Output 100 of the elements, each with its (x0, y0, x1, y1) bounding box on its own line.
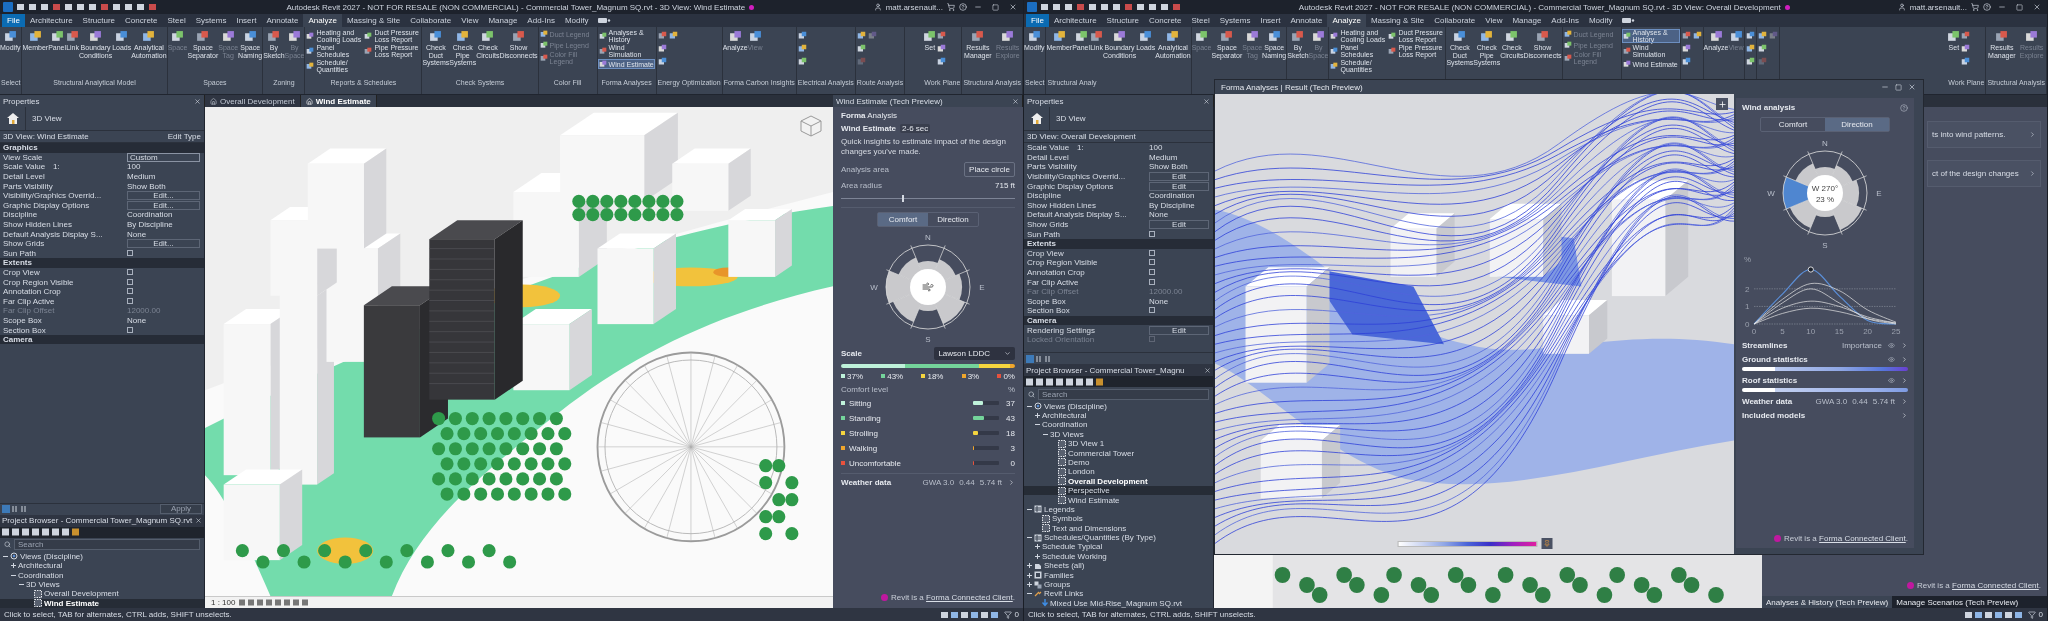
cart-icon[interactable] (1971, 3, 1979, 11)
forma-link[interactable]: Forma Connected Client (926, 593, 1013, 602)
ribbon-icon-button[interactable] (1680, 42, 1692, 54)
tree-item[interactable]: Coordination (1024, 420, 1213, 430)
ribbon-tab[interactable]: Systems (190, 14, 232, 27)
ribbon-tab[interactable]: Architecture (24, 14, 78, 27)
chevron-right-icon[interactable] (1901, 377, 1908, 384)
tree-item[interactable]: Schedule Typical (1024, 542, 1213, 552)
section-header[interactable]: Camera (1024, 315, 1213, 326)
tree-item[interactable]: London (1024, 467, 1213, 477)
eye-icon[interactable] (1888, 356, 1895, 363)
expand-toggle[interactable] (1035, 544, 1040, 550)
expand-toggle[interactable] (3, 553, 8, 559)
value-field[interactable]: Custom (127, 152, 200, 162)
tab[interactable]: Direction (1825, 118, 1889, 131)
expand-toggle[interactable] (1027, 572, 1032, 578)
ribbon-tab[interactable]: Steel (1186, 14, 1215, 27)
ribbon-icon-button[interactable] (936, 42, 948, 54)
ribbon-tab[interactable]: Collaborate (405, 14, 457, 27)
ribbon-tab[interactable]: Massing & Site (1365, 14, 1430, 27)
checkbox[interactable] (127, 326, 133, 333)
chevron-right-icon[interactable] (1008, 478, 1015, 486)
tree-item[interactable]: Families (1024, 570, 1213, 580)
ribbon-icon-button[interactable] (656, 55, 668, 67)
ribbon-tab[interactable]: Massing & Site (341, 14, 406, 27)
maximize-button[interactable] (2013, 3, 2026, 11)
checkbox[interactable] (1149, 278, 1155, 285)
close-icon[interactable] (195, 517, 202, 525)
help-icon[interactable] (959, 3, 967, 11)
checkbox[interactable] (127, 249, 133, 256)
tree-item[interactable]: 3D Views (0, 579, 204, 590)
close-icon[interactable] (1203, 97, 1210, 105)
search-field[interactable]: Search (1038, 388, 1209, 400)
ribbon-tab[interactable]: Modify (559, 14, 594, 27)
close-icon[interactable] (1012, 97, 1019, 105)
ribbon-icon-button[interactable] (1756, 29, 1768, 41)
tree-item[interactable]: Schedule Working (1024, 551, 1213, 562)
ribbon-tab[interactable]: Collaborate (1429, 14, 1481, 27)
tree-item[interactable]: Wind Estimate (0, 598, 204, 608)
tree-item[interactable]: Overall Development (0, 589, 204, 599)
help-icon[interactable] (1983, 3, 1991, 11)
checkbox[interactable] (1149, 259, 1155, 266)
ribbon-icon-button[interactable] (1960, 29, 1972, 41)
ribbon-tab[interactable]: Annotate (1285, 14, 1328, 27)
pin-button[interactable] (1541, 538, 1552, 549)
tree-item[interactable]: Symbols (1024, 514, 1213, 524)
scale-dropdown[interactable]: Lawson LDDC (934, 346, 1015, 360)
ribbon-icon-button[interactable] (1744, 42, 1756, 54)
expand-toggle[interactable] (1027, 535, 1032, 541)
tree-item[interactable]: Architectural (0, 561, 204, 571)
edit-button[interactable]: Edit (1149, 220, 1209, 230)
ribbon-icon-button[interactable] (855, 29, 867, 41)
ribbon-icon-button[interactable] (1680, 55, 1692, 67)
dock-tab[interactable]: Analyses & History (Tech Preview) (1762, 596, 1893, 608)
ribbon-tab[interactable]: Insert (231, 14, 262, 27)
ribbon-tab[interactable]: Structure (1101, 14, 1145, 27)
tree-item[interactable]: 3D View 1 (1024, 438, 1213, 449)
tree-item[interactable]: Architectural (1024, 410, 1213, 421)
ribbon-tab[interactable]: Manage (1507, 14, 1547, 27)
ribbon-tab[interactable]: Structure (77, 14, 121, 27)
tree-item[interactable]: Text and Dimensions (1024, 523, 1213, 533)
view-tab[interactable]: Wind Estimate (300, 95, 377, 107)
user-icon[interactable] (1897, 3, 1906, 11)
ribbon-icon-button[interactable] (1756, 42, 1768, 54)
expand-toggle[interactable] (1035, 413, 1040, 418)
expand-toggle[interactable] (11, 563, 16, 569)
edit-button[interactable]: Edit (1149, 181, 1209, 191)
checkbox[interactable] (1149, 249, 1155, 256)
slider-thumb[interactable] (901, 194, 904, 202)
ribbon-icon-button[interactable] (936, 29, 948, 41)
ribbon-icon-button[interactable] (1691, 29, 1703, 41)
user-icon[interactable] (873, 3, 882, 11)
ribbon-icon-button[interactable] (855, 42, 867, 54)
expand-toggle[interactable] (1043, 431, 1048, 437)
ribbon-icon-button[interactable] (1960, 55, 1972, 67)
forma-link[interactable]: Forma Connected Client (1819, 534, 1906, 543)
edit-button[interactable]: Edit (1149, 172, 1209, 182)
section-header[interactable]: Extents (1024, 238, 1213, 249)
tree-item[interactable]: Demo (1024, 457, 1213, 468)
edit-button[interactable]: Edit... (127, 191, 200, 201)
tree-item[interactable]: Groups (1024, 579, 1213, 590)
ribbon-icon-button[interactable] (1960, 42, 1972, 54)
expand-toggle[interactable] (1035, 553, 1040, 559)
ribbon-tab[interactable]: Analyze (303, 14, 342, 27)
tree-item[interactable]: Views (Discipline) (0, 551, 204, 562)
tree-item[interactable]: Coordination (0, 570, 204, 580)
ribbon-icon-button[interactable] (667, 29, 679, 41)
ribbon-tab[interactable]: Architecture (1048, 14, 1102, 27)
analysis-card[interactable]: ts into wind patterns. (1927, 121, 2041, 148)
expand-toggle[interactable] (1027, 563, 1032, 569)
add-button[interactable] (1716, 98, 1728, 110)
maximize-button[interactable] (989, 3, 1002, 11)
ribbon-tab[interactable]: Concrete (120, 14, 163, 27)
tab[interactable]: Comfort (878, 212, 928, 226)
ribbon-tab[interactable]: Systems (1214, 14, 1256, 27)
edit-button[interactable]: Edit... (127, 200, 200, 210)
apply-button[interactable]: Apply (160, 504, 202, 515)
eye-icon[interactable] (1888, 342, 1895, 349)
tree-item[interactable]: Revit Links (1024, 589, 1213, 599)
tree-item[interactable]: Overall Development (1024, 476, 1213, 486)
